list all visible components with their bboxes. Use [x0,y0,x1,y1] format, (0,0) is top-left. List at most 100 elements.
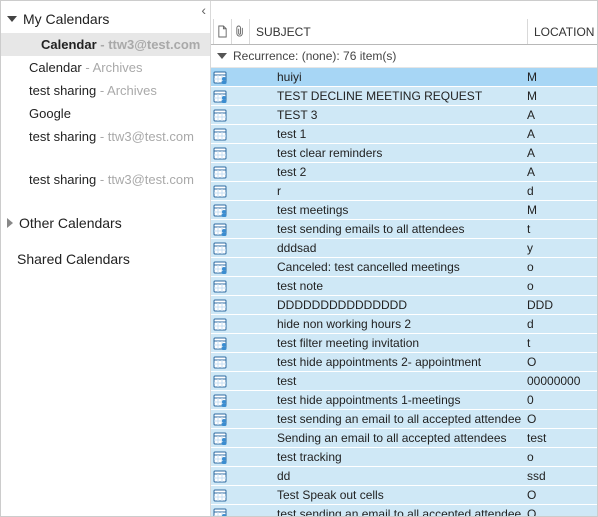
location-cell: y [521,241,597,255]
appointment-icon [211,184,229,198]
subject-cell: test clear reminders [247,146,521,160]
paperclip-icon [235,25,246,38]
table-row[interactable]: test00000000 [211,372,597,391]
subject-cell: test hide appointments 2- appointment [247,355,521,369]
table-row[interactable]: hide non working hours 2d [211,315,597,334]
column-header-subject[interactable]: SUBJECT [249,19,527,44]
subject-cell: TEST 3 [247,108,521,122]
location-cell: test [521,431,597,445]
subject-cell: Sending an email to all accepted attende… [247,431,521,445]
meeting-icon [211,431,229,445]
calendar-item-list: SUBJECT LOCATION Recurrence: (none): 76 … [211,1,597,516]
subject-cell: test [247,374,521,388]
appointment-icon [211,469,229,483]
table-row[interactable]: Test Speak out cellsO [211,486,597,505]
column-header-location[interactable]: LOCATION [527,19,597,44]
calendar-item[interactable]: Calendar - ttw3@test.com [1,33,210,56]
calendar-item-suffix: - Archives [96,83,157,98]
table-row[interactable]: TEST 3A [211,106,597,125]
subject-cell: dddsad [247,241,521,255]
table-row[interactable]: test noteo [211,277,597,296]
calendar-item-label: Google [29,106,71,121]
calendar-group-other-calendars[interactable]: Other Calendars [1,209,210,237]
calendar-item[interactable]: test sharing - Archives [1,79,210,102]
table-row[interactable]: test hide appointments 2- appointmentO [211,353,597,372]
calendar-item-suffix: - ttw3@test.com [96,172,194,187]
meeting-icon [211,412,229,426]
subject-cell: huiyi [247,70,521,84]
table-row[interactable]: test 2A [211,163,597,182]
chevron-down-icon [217,53,227,59]
table-row[interactable]: test trackingo [211,448,597,467]
appointment-icon [211,165,229,179]
table-row[interactable]: test sending an email to all accepted at… [211,505,597,516]
appointment-icon [211,298,229,312]
meeting-icon [211,203,229,217]
table-row[interactable]: test meetingsM [211,201,597,220]
calendar-group-label: Other Calendars [19,215,122,231]
meeting-icon [211,507,229,516]
subject-cell: test filter meeting invitation [247,336,521,350]
calendar-item[interactable]: Google [1,102,210,125]
chevron-down-icon [7,16,17,22]
table-row[interactable]: TEST DECLINE MEETING REQUESTM [211,87,597,106]
meeting-icon [211,70,229,84]
location-cell: ssd [521,469,597,483]
location-cell: A [521,165,597,179]
subject-cell: hide non working hours 2 [247,317,521,331]
group-label: Recurrence: (none): 76 item(s) [233,49,396,63]
location-cell: O [521,488,597,502]
calendar-group-shared-calendars[interactable]: Shared Calendars [1,245,210,273]
appointment-icon [211,317,229,331]
subject-cell: DDDDDDDDDDDDDDD [247,298,521,312]
location-cell: d [521,317,597,331]
table-row[interactable]: Canceled: test cancelled meetingso [211,258,597,277]
calendar-item[interactable]: Calendar - Archives [1,56,210,79]
location-cell: o [521,260,597,274]
meeting-icon [211,222,229,236]
location-cell: A [521,127,597,141]
calendar-item-label: Calendar [29,60,82,75]
location-cell: M [521,203,597,217]
calendar-nav-sidebar: ‹ My CalendarsCalendar - ttw3@test.comCa… [1,1,211,516]
subject-cell: Test Speak out cells [247,488,521,502]
column-header-attachment-icon[interactable] [231,19,249,44]
table-row[interactable]: Sending an email to all accepted attende… [211,429,597,448]
table-row[interactable]: test clear remindersA [211,144,597,163]
table-row[interactable]: test 1A [211,125,597,144]
group-row-recurrence[interactable]: Recurrence: (none): 76 item(s) [211,45,597,68]
table-row[interactable]: dddsady [211,239,597,258]
calendar-item[interactable]: test sharing - ttw3@test.com [1,168,210,191]
meeting-icon [211,260,229,274]
table-row[interactable]: huiyiM [211,68,597,87]
page-icon [217,25,228,38]
location-cell: o [521,279,597,293]
location-cell: A [521,108,597,122]
subject-cell: test tracking [247,450,521,464]
table-row[interactable]: test filter meeting invitationt [211,334,597,353]
table-row[interactable]: DDDDDDDDDDDDDDDDDD [211,296,597,315]
calendar-group-my-calendars[interactable]: My Calendars [1,5,210,33]
table-row[interactable]: rd [211,182,597,201]
table-row[interactable]: test hide appointments 1-meetings0 [211,391,597,410]
calendar-item-suffix: - ttw3@test.com [96,129,194,144]
calendar-item[interactable]: test sharing - ttw3@test.com [1,125,210,148]
table-row[interactable]: ddssd [211,467,597,486]
meeting-icon [211,393,229,407]
calendar-item-label: Calendar [41,37,97,52]
location-cell: A [521,146,597,160]
appointment-icon [211,108,229,122]
app-root: ‹ My CalendarsCalendar - ttw3@test.comCa… [0,0,598,517]
appointment-icon [211,127,229,141]
subject-cell: test note [247,279,521,293]
location-cell: d [521,184,597,198]
table-row[interactable]: test sending an email to all accepted at… [211,410,597,429]
appointment-icon [211,355,229,369]
location-cell: O [521,412,597,426]
location-cell: M [521,89,597,103]
collapse-sidebar-icon[interactable]: ‹ [201,3,206,17]
table-row[interactable]: test sending emails to all attendeest [211,220,597,239]
subject-cell: test sending an email to all accepted at… [247,507,521,516]
location-cell: 0 [521,393,597,407]
column-header-type-icon[interactable] [213,19,231,44]
